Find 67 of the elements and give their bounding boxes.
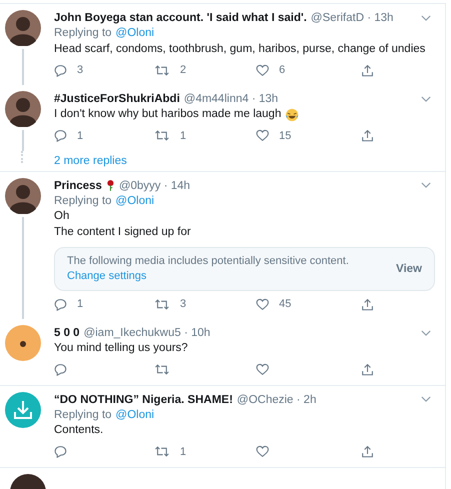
user-name[interactable]: John Boyega stan account. 'I said what I said'.: [54, 12, 307, 24]
laughing-face-icon: [285, 108, 300, 122]
sensitive-message: The following media includes potentially sensitive content.: [67, 254, 349, 269]
change-settings-link[interactable]: Change settings: [67, 269, 349, 284]
share-icon[interactable]: [361, 363, 374, 376]
rose-icon: [106, 179, 115, 192]
avatar[interactable]: [5, 91, 41, 127]
handle-and-time: @SerifatD · 13h: [310, 12, 394, 24]
user-name[interactable]: #JusticeForShukriAbdi: [54, 93, 180, 105]
user-name[interactable]: 5 0 0: [54, 327, 80, 339]
heart-icon[interactable]: [256, 64, 269, 76]
reply-count: 3: [77, 64, 84, 76]
tweet-text: I don't know why but haribos made me laugh: [54, 107, 282, 122]
chevron-down-icon[interactable]: [421, 396, 431, 403]
tweet-text: Head scarf, condoms, toothbrush, gum, haribos, purse, change of undies: [54, 42, 426, 56]
share-icon[interactable]: [361, 64, 374, 76]
more-replies-link[interactable]: 2 more replies: [54, 154, 127, 166]
retweet-icon[interactable]: [154, 298, 170, 310]
mention-link[interactable]: @Oloni: [116, 26, 154, 42]
chevron-down-icon[interactable]: [421, 182, 431, 189]
avatar[interactable]: [5, 10, 41, 46]
retweet-count: 1: [180, 130, 186, 142]
reply-count: 1: [77, 130, 84, 142]
mention-link[interactable]: @Oloni: [116, 194, 154, 209]
share-icon[interactable]: [361, 129, 374, 142]
avatar[interactable]: [5, 325, 41, 361]
user-name[interactable]: Princess: [54, 180, 102, 192]
replying-to-label: Replying to: [54, 408, 112, 422]
handle-and-time: @OChezie · 2h: [236, 394, 316, 406]
reply-icon[interactable]: [54, 64, 67, 76]
retweet-count: 2: [180, 64, 186, 76]
reply-icon[interactable]: [54, 129, 67, 142]
mention-link[interactable]: @Oloni: [116, 408, 154, 423]
heart-icon[interactable]: [256, 363, 269, 376]
tweet-text: Contents.: [54, 423, 104, 438]
tweet-text: Oh: [54, 209, 70, 224]
heart-icon[interactable]: [256, 129, 269, 142]
reply-icon[interactable]: [54, 298, 67, 310]
chevron-down-icon[interactable]: [421, 330, 431, 336]
like-count: 15: [279, 130, 292, 142]
tweet-text: You mind telling us yours?: [54, 341, 188, 356]
retweet-icon[interactable]: [154, 129, 170, 142]
share-icon[interactable]: [361, 298, 374, 310]
handle-and-time: @iam_Ikechukwu5 · 10h: [84, 327, 210, 339]
view-button[interactable]: View: [396, 263, 422, 275]
heart-icon[interactable]: [256, 445, 269, 458]
replying-to-label: Replying to: [54, 194, 112, 208]
reply-count: 1: [77, 298, 84, 310]
retweet-count: 1: [180, 446, 186, 458]
retweet-icon[interactable]: [154, 363, 170, 376]
like-count: 6: [279, 64, 286, 76]
like-count: 45: [279, 298, 292, 310]
replying-to-label: Replying to: [54, 26, 112, 41]
reply-icon[interactable]: [54, 445, 67, 458]
chevron-down-icon[interactable]: [421, 14, 431, 22]
user-name[interactable]: “DO NOTHING” Nigeria. SHAME!: [54, 394, 233, 406]
avatar[interactable]: [5, 178, 41, 214]
chevron-down-icon[interactable]: [421, 96, 431, 102]
tweet-text: The content I signed up for: [54, 224, 191, 240]
handle-and-time: @4m44linn4 · 13h: [184, 93, 278, 105]
reply-icon[interactable]: [54, 363, 67, 376]
retweet-count: 3: [180, 298, 186, 310]
share-icon[interactable]: [361, 445, 374, 458]
retweet-icon[interactable]: [154, 64, 170, 76]
handle-and-time: @0byyy · 14h: [118, 180, 190, 192]
retweet-icon[interactable]: [154, 445, 170, 458]
heart-icon[interactable]: [256, 298, 269, 310]
